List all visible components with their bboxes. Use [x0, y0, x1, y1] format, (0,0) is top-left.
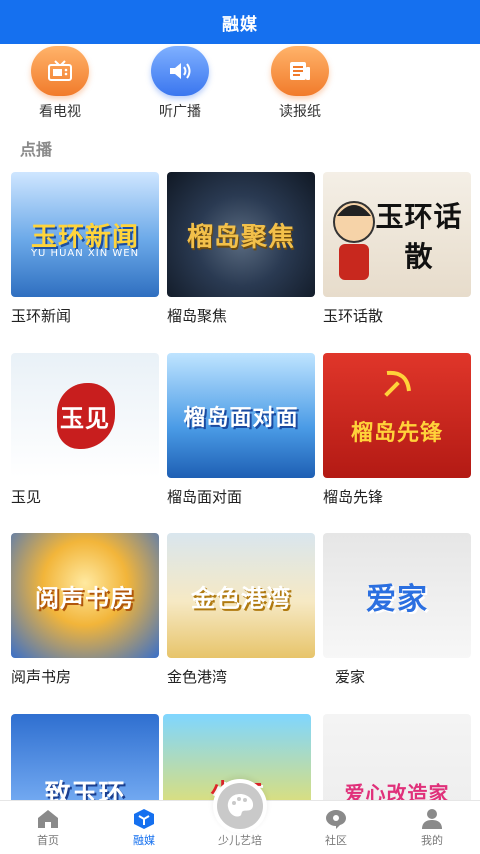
- program-title: 榴岛聚焦: [167, 307, 228, 325]
- tab-kids-art[interactable]: 少儿艺培: [192, 779, 288, 854]
- program-title: 榴岛先锋: [323, 488, 384, 506]
- program-title: 玉环话散: [323, 307, 384, 325]
- program-thumbnail: 玉环新闻 YU HUAN XIN WEN: [11, 172, 159, 297]
- program-card-yuhuan-talk[interactable]: 玉环话散 玉环话散: [323, 172, 471, 326]
- cartoon-host-illustration: [333, 201, 375, 280]
- program-card-pioneer[interactable]: 榴岛先锋 榴岛先锋: [323, 353, 471, 507]
- newspaper-icon: [271, 46, 329, 96]
- program-thumbnail: 阅声书房: [11, 533, 159, 658]
- program-title: 玉见: [11, 488, 42, 506]
- program-thumbnail: 金色港湾: [167, 533, 315, 658]
- quick-links: 看电视 听广播 读报纸: [0, 46, 480, 126]
- hammer-sickle-icon: [384, 370, 411, 397]
- home-icon: [38, 810, 58, 828]
- quick-link-radio[interactable]: 听广播: [135, 46, 225, 121]
- quick-link-newspaper[interactable]: 读报纸: [255, 46, 345, 121]
- program-title: 榴岛面对面: [167, 488, 243, 506]
- tab-profile[interactable]: 我的: [384, 801, 480, 854]
- program-title: 玉环新闻: [11, 307, 72, 325]
- program-thumbnail: 玉环话散: [323, 172, 471, 297]
- tab-media[interactable]: 融媒: [96, 801, 192, 854]
- program-thumbnail: 榴岛聚焦: [167, 172, 315, 297]
- top-app-bar: 融媒: [0, 0, 480, 44]
- program-card-reading-room[interactable]: 阅声书房 阅声书房: [11, 533, 159, 687]
- program-thumbnail: 榴岛面对面: [167, 353, 315, 478]
- quick-link-label: 读报纸: [279, 104, 321, 120]
- chat-bubble-icon: [326, 810, 346, 829]
- quick-link-label: 听广播: [159, 104, 201, 120]
- speaker-icon: [151, 46, 209, 96]
- program-card-liudao-focus[interactable]: 榴岛聚焦 榴岛聚焦: [167, 172, 315, 326]
- bottom-tab-bar: 首页 融媒 少儿艺培 社区 我的: [0, 779, 480, 854]
- section-title: 点播: [20, 140, 53, 159]
- program-thumbnail: 榴岛先锋: [323, 353, 471, 478]
- tv-icon: [31, 46, 89, 96]
- tab-home[interactable]: 首页: [0, 801, 96, 854]
- program-card-yuhuan-news[interactable]: 玉环新闻 YU HUAN XIN WEN 玉环新闻: [11, 172, 159, 326]
- program-card-golden-harbor[interactable]: 金色港湾 金色港湾: [167, 533, 315, 687]
- user-icon: [422, 809, 442, 829]
- media-cube-icon: [134, 809, 154, 829]
- program-title: 金色港湾: [167, 668, 228, 686]
- palette-icon: [217, 783, 263, 829]
- program-thumbnail: 玉见: [11, 353, 159, 478]
- program-title: 爱家: [335, 668, 366, 686]
- quick-link-label: 看电视: [39, 104, 81, 120]
- program-card-face-to-face[interactable]: 榴岛面对面 榴岛面对面: [167, 353, 315, 507]
- program-card-yujian[interactable]: 玉见 玉见: [11, 353, 159, 507]
- page-title: 融媒: [222, 14, 258, 35]
- quick-link-tv[interactable]: 看电视: [15, 46, 105, 121]
- center-tab-bubble: [213, 779, 267, 833]
- tab-community[interactable]: 社区: [288, 801, 384, 854]
- program-thumbnail: 爱家: [323, 533, 471, 658]
- program-title: 阅声书房: [11, 668, 72, 686]
- program-card-love-home[interactable]: 爱家 爱家: [323, 533, 471, 687]
